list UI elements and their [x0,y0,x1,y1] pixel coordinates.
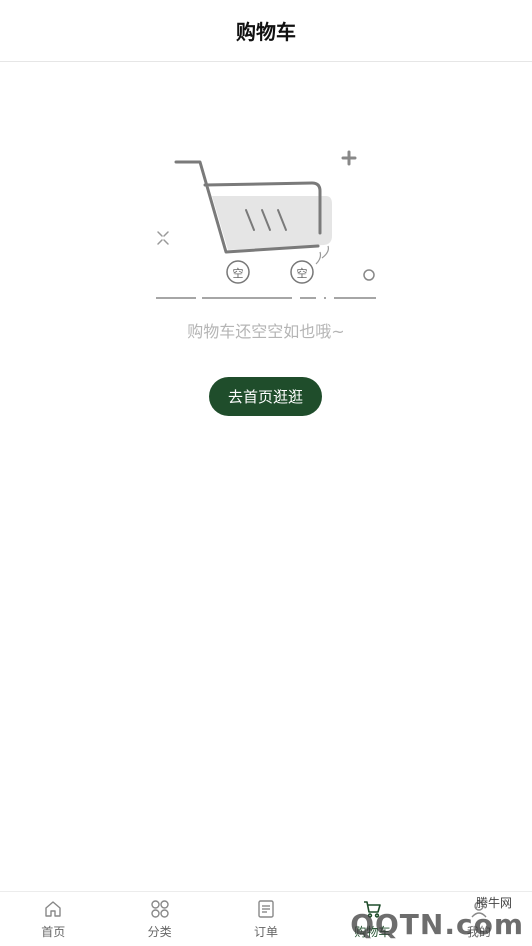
cart-illustration-svg: 空 空 [156,150,376,299]
tab-orders[interactable]: 订单 [213,892,319,946]
user-icon [468,898,490,920]
empty-cart-message: 购物车还空空如也哦~ [187,322,345,341]
tab-cart-label: 购物车 [354,925,391,939]
go-home-button[interactable]: 去首页逛逛 [209,377,322,416]
tab-profile[interactable]: 我的 [426,892,532,946]
cart-icon [361,898,383,920]
tab-category-label: 分类 [147,925,172,939]
order-icon [255,898,277,920]
page-title: 购物车 [236,20,296,44]
motion-lines [315,245,329,265]
tab-cart[interactable]: 购物车 [319,892,425,946]
cart-basket-fill [212,196,332,250]
bottom-tabbar: 首页 分类 订单 购物车 我的 [0,891,532,946]
top-navbar: 购物车 [0,0,532,62]
plus-sparkle-icon [341,150,357,166]
sparkle-icon [157,231,169,245]
tab-category[interactable]: 分类 [106,892,212,946]
empty-cart-illustration: 空 空 [150,140,390,310]
tab-orders-label: 订单 [254,925,279,939]
wheel-text-left: 空 [233,266,244,280]
tab-home-label: 首页 [41,925,66,939]
home-icon [42,898,64,920]
small-circle-decor [363,269,375,281]
category-icon [149,898,171,920]
tab-home[interactable]: 首页 [0,892,106,946]
wheel-text-right: 空 [297,266,308,280]
tab-profile-label: 我的 [466,925,491,939]
